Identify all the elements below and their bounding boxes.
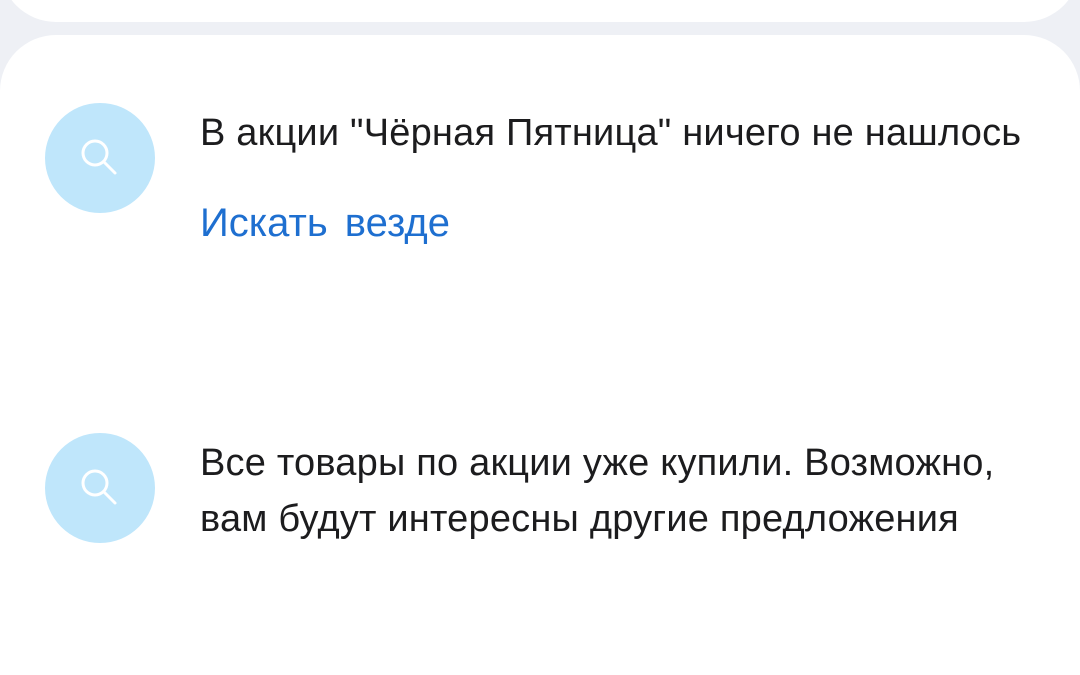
empty-promo-block: В акции "Чёрная Пятница" ничего не нашло… (45, 103, 1060, 251)
search-icon (81, 469, 117, 505)
search-icon-circle (45, 103, 155, 213)
search-icon-circle (45, 433, 155, 543)
search-icon (81, 139, 117, 175)
sold-out-message: Все товары по акции уже купили. Возможно… (200, 442, 995, 540)
search-everywhere-link[interactable]: Искать везде (200, 195, 450, 251)
sold-out-block: Все товары по акции уже купили. Возможно… (45, 433, 1060, 547)
empty-promo-text-block: В акции "Чёрная Пятница" ничего не нашло… (200, 103, 1060, 251)
empty-promo-message: В акции "Чёрная Пятница" ничего не нашло… (200, 112, 1022, 154)
sold-out-text-block: Все товары по акции уже купили. Возможно… (200, 433, 1060, 547)
previous-card (0, 0, 1080, 22)
